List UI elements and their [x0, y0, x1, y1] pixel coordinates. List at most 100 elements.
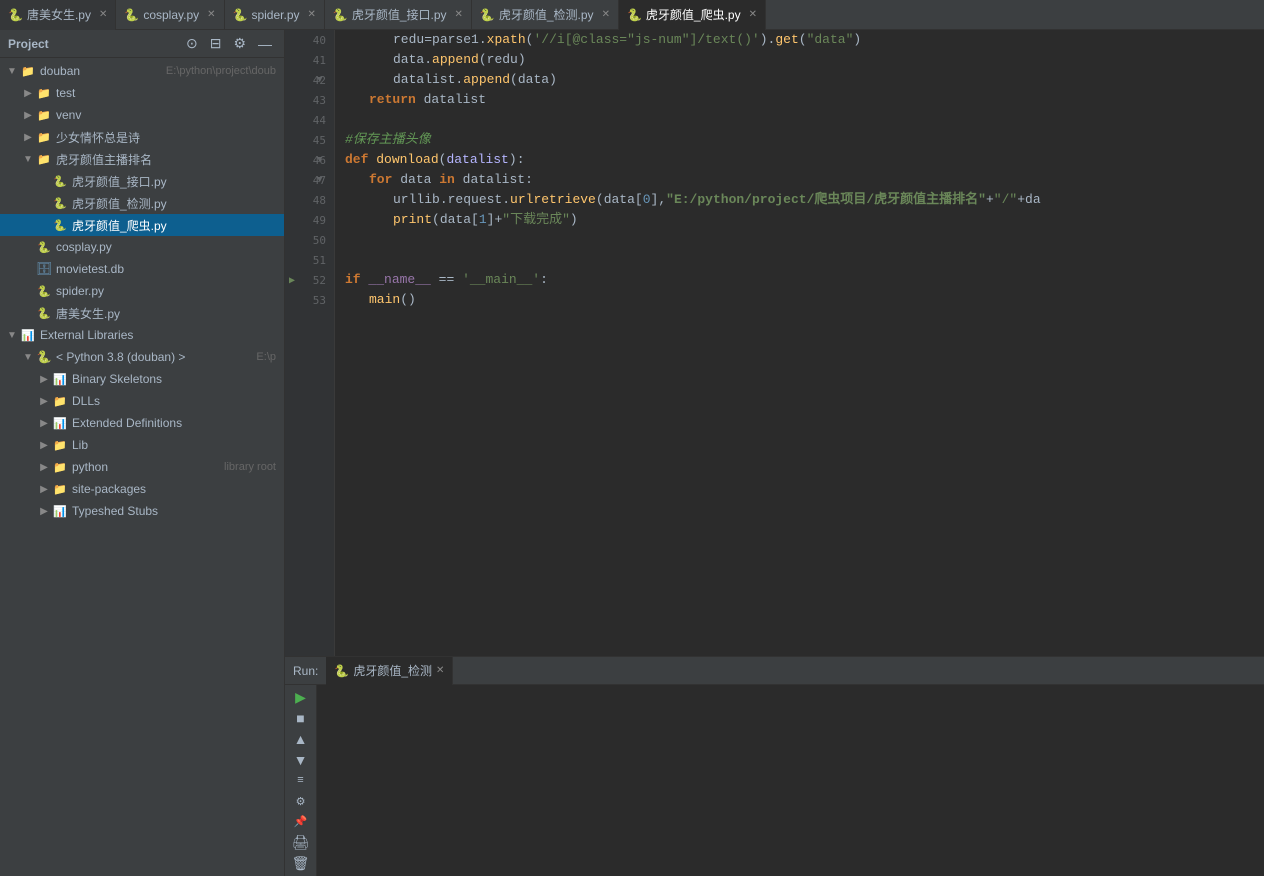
py-icon-spider: 🐍 [36, 283, 52, 299]
py-icon-虎牙检测: 🐍 [52, 195, 68, 211]
sidebar-item-python-libroot[interactable]: ▶ 📁 python library root [0, 456, 284, 478]
minimize-button[interactable]: — [254, 33, 276, 54]
tab-虎牙爬虫[interactable]: 🐍 虎牙颜值_爬虫.py ✕ [619, 0, 766, 30]
arrow-site-packages: ▶ [36, 484, 52, 495]
arrow-少女情怀: ▶ [20, 132, 36, 143]
label-虎牙爬虫: 虎牙颜值_爬虫.py [72, 217, 276, 234]
tab-label: 唐美女生.py [27, 6, 91, 23]
run-output [317, 685, 1264, 876]
code-line-40: redu=parse1.xpath('//i[@class="js-num"]/… [335, 30, 1264, 50]
tab-cosplay[interactable]: 🐍 cosplay.py ✕ [116, 0, 224, 30]
run-pin-button[interactable]: 📌 [290, 813, 312, 830]
sidebar-item-test[interactable]: ▶ 📁 test [0, 82, 284, 104]
gutter-52: 52 [285, 270, 334, 290]
run-trash-button[interactable]: 🗑 [290, 855, 312, 872]
run-dump-button[interactable]: ≡ [290, 772, 312, 789]
tab-close-虎牙接口[interactable]: ✕ [455, 9, 463, 20]
tab-label: 虎牙颜值_检测.py [499, 6, 594, 23]
sidebar-item-typeshed-stubs[interactable]: ▶ 📊 Typeshed Stubs [0, 500, 284, 522]
gutter-40: 40 [285, 30, 334, 50]
hint-douban: E:\python\project\doub [166, 65, 276, 77]
tab-label: cosplay.py [143, 8, 199, 22]
sidebar-item-movietestdb[interactable]: 🗄 movietest.db [0, 258, 284, 280]
tab-唐美女生[interactable]: 🐍 唐美女生.py ✕ [0, 0, 116, 30]
tab-close-虎牙检测[interactable]: ✕ [602, 9, 610, 20]
run-play-button[interactable]: ▶ [290, 689, 312, 706]
fold-arrow-46[interactable]: ▼ [317, 155, 322, 165]
sidebar-item-extended-definitions[interactable]: ▶ 📊 Extended Definitions [0, 412, 284, 434]
sidebar-item-cosplaypy[interactable]: 🐍 cosplay.py [0, 236, 284, 258]
tab-虎牙检测[interactable]: 🐍 虎牙颜值_检测.py ✕ [472, 0, 619, 30]
code-content[interactable]: redu=parse1.xpath('//i[@class="js-num"]/… [335, 30, 1264, 656]
arrow-dlls: ▶ [36, 396, 52, 407]
label-lib: Lib [72, 438, 276, 452]
gutter-43: 43 [285, 90, 334, 110]
tab-close-虎牙爬虫[interactable]: ✕ [749, 9, 757, 20]
hint-python-lib: library root [224, 461, 276, 473]
label-venv: venv [56, 108, 276, 122]
gutter-48: 48 [285, 190, 334, 210]
arrow-python38: ▼ [20, 352, 36, 363]
sidebar-item-虎牙主播[interactable]: ▼ 📁 虎牙颜值主播排名 [0, 148, 284, 170]
sidebar-item-唐美女生py[interactable]: 🐍 唐美女生.py [0, 302, 284, 324]
sidebar-item-python38[interactable]: ▼ 🐍 < Python 3.8 (douban) > E:\p [0, 346, 284, 368]
arrow-虎牙主播: ▼ [20, 154, 36, 165]
sidebar-item-虎牙爬虫py[interactable]: 🐍 虎牙颜值_爬虫.py [0, 214, 284, 236]
sidebar-item-dlls[interactable]: ▶ 📁 DLLs [0, 390, 284, 412]
arrow-binary: ▶ [36, 374, 52, 385]
sidebar-item-venv[interactable]: ▶ 📁 venv [0, 104, 284, 126]
typeshed-icon: 📊 [52, 503, 68, 519]
label-movietest: movietest.db [56, 262, 276, 276]
layout-button[interactable]: ⊟ [206, 33, 226, 54]
folder-icon-douban: 📁 [20, 63, 36, 79]
sync-button[interactable]: ⊙ [182, 33, 202, 54]
code-line-51 [335, 250, 1264, 270]
label-虎牙主播: 虎牙颜值主播排名 [56, 151, 276, 168]
arrow-venv: ▶ [20, 110, 36, 121]
sidebar-item-external-libraries[interactable]: ▼ 📊 External Libraries [0, 324, 284, 346]
py-icon: 🐍 [627, 8, 642, 22]
tab-虎牙接口[interactable]: 🐍 虎牙颜值_接口.py ✕ [325, 0, 472, 30]
fold-arrow-42[interactable]: ▼ [317, 75, 322, 85]
label-site-packages: site-packages [72, 482, 276, 496]
tab-spider[interactable]: 🐍 spider.py ✕ [225, 0, 325, 30]
label-extended-definitions: Extended Definitions [72, 416, 276, 430]
run-settings-button[interactable]: ⚙ [290, 793, 312, 810]
fold-arrow-47[interactable]: ▼ [317, 175, 322, 185]
python-icon: 🐍 [36, 349, 52, 365]
code-line-49: print(data[1]+"下载完成") [335, 210, 1264, 230]
py-icon: 🐍 [124, 8, 139, 22]
label-少女情怀: 少女情怀总是诗 [56, 129, 276, 146]
sidebar-actions: ⊙ ⊟ ⚙ — [182, 33, 276, 54]
run-print-button[interactable]: 🖨 [290, 834, 312, 851]
sidebar-item-douban[interactable]: ▼ 📁 douban E:\python\project\doub [0, 60, 284, 82]
tab-close-cosplay[interactable]: ✕ [207, 9, 215, 20]
gutter-42: 42 ▼ [285, 70, 334, 90]
sidebar-item-少女情怀总是诗[interactable]: ▶ 📁 少女情怀总是诗 [0, 126, 284, 148]
run-scroll-up-button[interactable]: ▲ [290, 731, 312, 748]
arrow-typeshed: ▶ [36, 506, 52, 517]
tab-close-spider[interactable]: ✕ [308, 9, 316, 20]
folder-icon-python-lib: 📁 [52, 459, 68, 475]
sidebar-item-lib[interactable]: ▶ 📁 Lib [0, 434, 284, 456]
arrow-douban: ▼ [4, 66, 20, 77]
arrow-lib: ▶ [36, 440, 52, 451]
gutter-49: 49 [285, 210, 334, 230]
label-ext-lib: External Libraries [40, 328, 276, 342]
run-label: Run: [293, 664, 318, 678]
gutter-45: 45 [285, 130, 334, 150]
tab-close-唐美女生[interactable]: ✕ [99, 9, 107, 20]
sidebar-item-binary-skeletons[interactable]: ▶ 📊 Binary Skeletons [0, 368, 284, 390]
run-tab-虎牙检测[interactable]: 🐍 虎牙颜值_检测 ✕ [326, 657, 453, 685]
arrow-ext-lib: ▼ [4, 330, 20, 341]
sidebar-item-虎牙检测py[interactable]: 🐍 虎牙颜值_检测.py [0, 192, 284, 214]
sidebar-item-虎牙接口py[interactable]: 🐍 虎牙颜值_接口.py [0, 170, 284, 192]
run-tab-close[interactable]: ✕ [436, 665, 444, 676]
run-stop-button[interactable]: ■ [290, 710, 312, 727]
code-line-45: #保存主播头像 [335, 130, 1264, 150]
gutter-53: 53 [285, 290, 334, 310]
settings-button[interactable]: ⚙ [229, 33, 250, 54]
run-scroll-down-button[interactable]: ▼ [290, 751, 312, 768]
sidebar-item-spiderpy[interactable]: 🐍 spider.py [0, 280, 284, 302]
sidebar-item-site-packages[interactable]: ▶ 📁 site-packages [0, 478, 284, 500]
